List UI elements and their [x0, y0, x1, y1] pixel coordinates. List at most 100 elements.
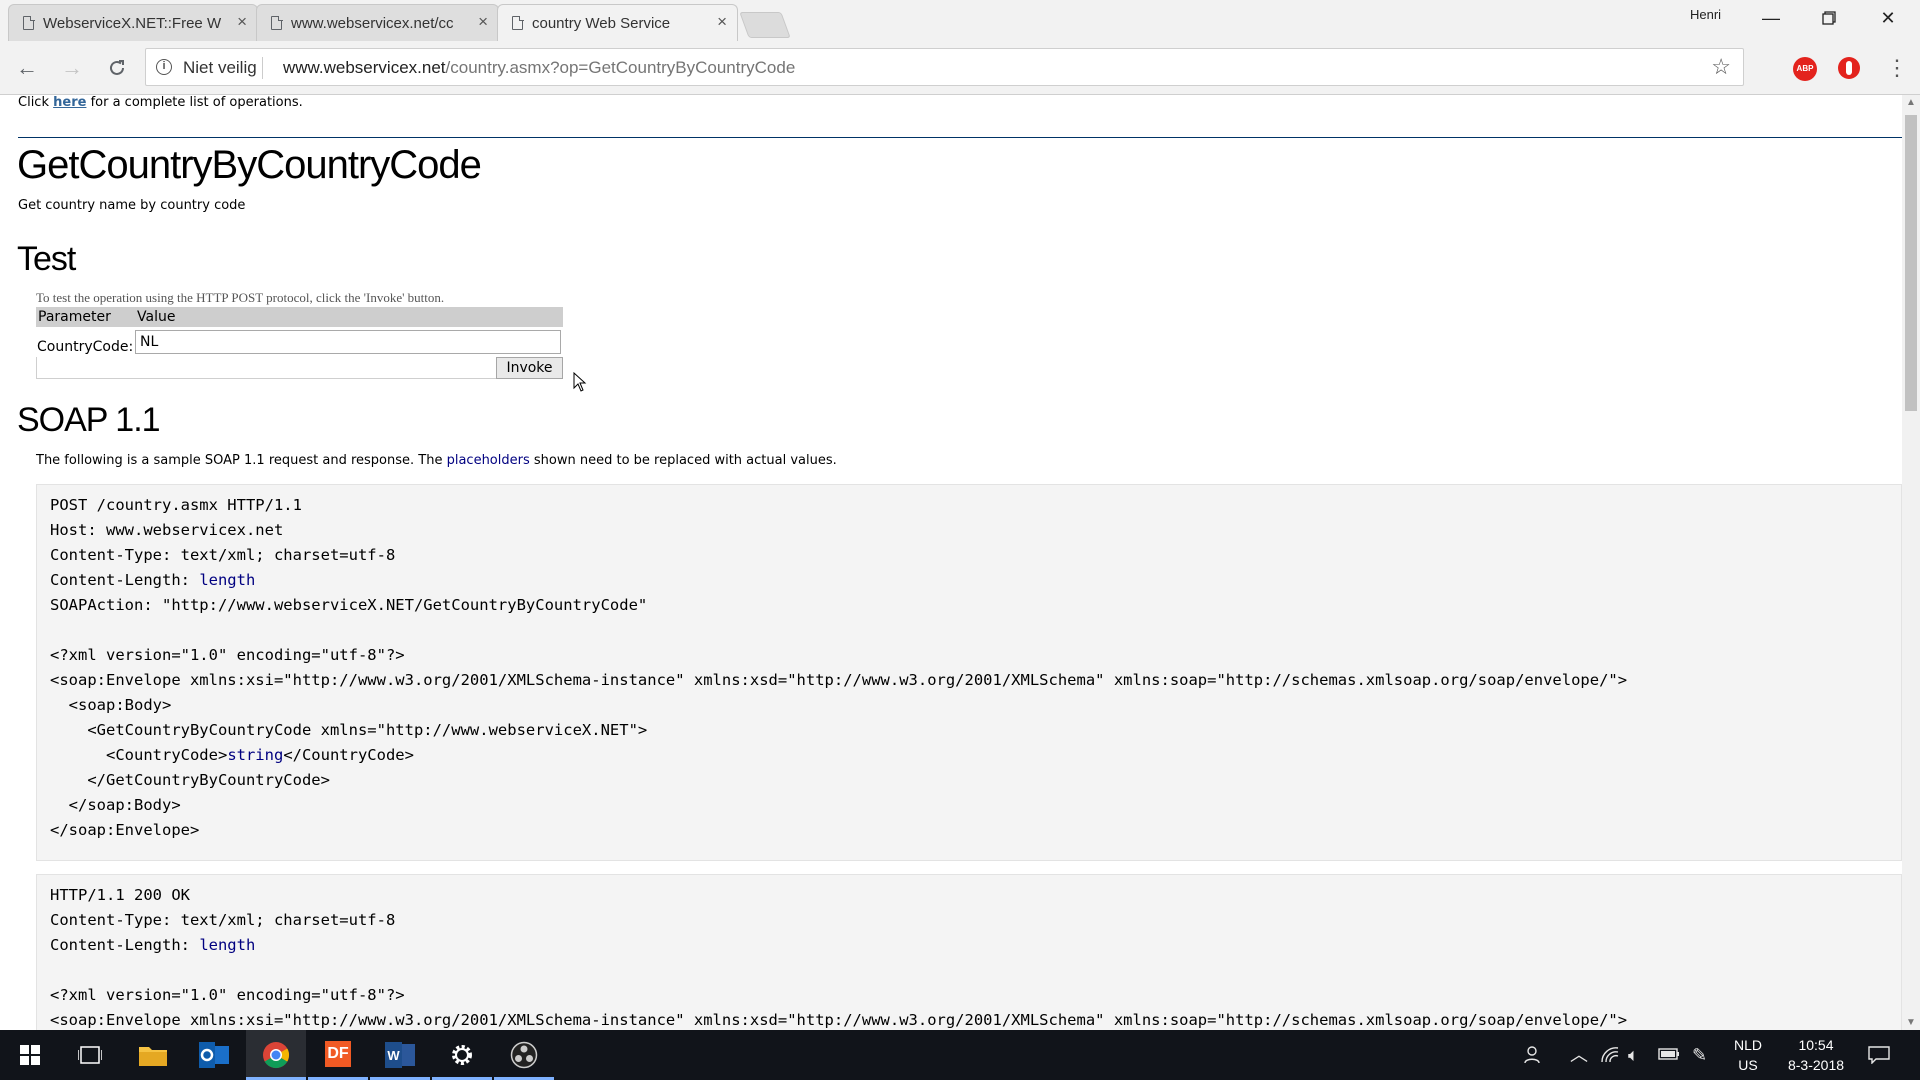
mouse-cursor-icon	[573, 371, 587, 397]
placeholder-text: string	[227, 746, 284, 764]
code-text: </CountryCode>	[283, 746, 414, 764]
browser-toolbar: ← → i Niet veilig www.webservicex.net/co…	[0, 41, 1920, 95]
page-content: Click here for a complete list of operat…	[0, 95, 1902, 1030]
back-arrow-icon[interactable]: ←	[13, 54, 41, 82]
url-host: www.webservicex.net	[283, 58, 446, 77]
operation-description: Get country name by country code	[18, 198, 246, 213]
clock-date: 8-3-2018	[1787, 1057, 1845, 1073]
tab-title: WebserviceX.NET::Free W	[43, 15, 222, 32]
adblock-plus-icon[interactable]: ABP	[1793, 57, 1817, 81]
test-heading: Test	[17, 240, 76, 278]
ops-prefix: Click	[18, 95, 49, 110]
code-line: <soap:Body>	[50, 696, 172, 714]
minimize-icon[interactable]: —	[1749, 4, 1793, 32]
code-line: Content-Length: length	[50, 933, 1888, 958]
foxit-icon[interactable]: DF	[308, 1030, 368, 1080]
ops-suffix: for a complete list of operations.	[90, 95, 303, 110]
code-line: </GetCountryByCountryCode>	[50, 771, 330, 789]
security-label[interactable]: Niet veilig	[183, 58, 257, 78]
language-line2: US	[1738, 1057, 1758, 1073]
chrome-icon[interactable]	[246, 1030, 306, 1080]
action-center-icon[interactable]	[1868, 1046, 1890, 1067]
people-icon[interactable]	[1524, 1046, 1544, 1067]
word-icon[interactable]: W	[370, 1030, 430, 1080]
task-view-icon[interactable]	[60, 1030, 120, 1080]
countrycode-input[interactable]	[135, 330, 561, 354]
close-icon[interactable]: ×	[478, 13, 488, 31]
tab-title: country Web Service	[532, 15, 671, 32]
code-line: <soap:Envelope xmlns:xsi="http://www.w3.…	[50, 671, 1628, 689]
pen-icon[interactable]: ✎	[1692, 1046, 1707, 1064]
tab-title: www.webservicex.net/cc	[291, 15, 454, 32]
soap-description: The following is a sample SOAP 1.1 reque…	[36, 453, 837, 468]
code-line: <soap:Envelope xmlns:xsi="http://www.w3.…	[50, 1011, 1628, 1029]
vertical-scrollbar[interactable]: ▲ ▼	[1902, 95, 1920, 1030]
code-line: Content-Length: length	[50, 568, 1888, 593]
code-line: <CountryCode>string</CountryCode>	[50, 743, 1888, 768]
close-icon[interactable]: ×	[237, 13, 247, 31]
button-row	[36, 357, 563, 379]
divider	[262, 57, 263, 79]
language-indicator[interactable]: NLD US	[1728, 1037, 1768, 1073]
chevron-up-icon[interactable]: ︿	[1570, 1046, 1588, 1064]
code-line: Host: www.webservicex.net	[50, 521, 284, 539]
clock-time: 10:54	[1798, 1037, 1834, 1053]
code-line: </soap:Body>	[50, 796, 181, 814]
restore-icon[interactable]	[1807, 4, 1851, 32]
volume-icon[interactable]: 🔈︎	[1628, 1046, 1639, 1064]
file-explorer-icon[interactable]	[123, 1030, 183, 1080]
code-line: <?xml version="1.0" encoding="utf-8"?>	[50, 986, 405, 1004]
profile-name[interactable]: Henri	[1690, 7, 1721, 22]
operation-title: GetCountryByCountryCode	[17, 143, 482, 187]
soap-heading: SOAP 1.1	[17, 401, 161, 439]
tab-country-web-service[interactable]: country Web Service ×	[497, 4, 738, 42]
windows-taskbar: DF W ︿ 🔈︎ ✎ NLD US 10:54 8-3-2018	[0, 1030, 1920, 1080]
clock[interactable]: 10:54 8-3-2018	[1776, 1037, 1856, 1073]
code-line: <?xml version="1.0" encoding="utf-8"?>	[50, 646, 405, 664]
placeholder-text: length	[199, 571, 256, 589]
countrycode-label: CountryCode:	[37, 339, 134, 355]
code-line: Content-Type: text/xml; charset=utf-8	[50, 546, 396, 564]
test-table-header: Parameter Value	[36, 307, 563, 327]
scroll-down-icon[interactable]: ▼	[1906, 1017, 1916, 1028]
new-tab-button[interactable]	[739, 12, 791, 38]
page-icon	[512, 15, 524, 30]
operations-list-link[interactable]: here	[53, 95, 86, 110]
code-text: Content-Length:	[50, 571, 200, 589]
invoke-button[interactable]: Invoke	[496, 357, 563, 379]
soap-request-sample: POST /country.asmx HTTP/1.1 Host: www.web…	[36, 484, 1902, 861]
wifi-icon[interactable]	[1600, 1046, 1620, 1067]
soap-note-prefix: The following is a sample SOAP 1.1 reque…	[36, 453, 443, 468]
chrome-menu-icon[interactable]: ⋮	[1886, 54, 1908, 82]
page-icon	[23, 15, 35, 30]
windows-start-icon[interactable]	[0, 1030, 60, 1080]
code-line: POST /country.asmx HTTP/1.1	[50, 496, 302, 514]
page-icon	[271, 15, 283, 30]
battery-icon[interactable]	[1658, 1046, 1680, 1064]
outlook-icon[interactable]	[184, 1030, 244, 1080]
scrollbar-thumb[interactable]	[1905, 115, 1917, 411]
forward-arrow-icon[interactable]: →	[58, 54, 86, 82]
code-text: <CountryCode>	[50, 746, 228, 764]
close-icon[interactable]: ×	[717, 13, 727, 31]
tab-webservicex-home[interactable]: WebserviceX.NET::Free W ×	[8, 4, 258, 41]
column-parameter: Parameter	[38, 309, 111, 325]
obs-icon[interactable]	[494, 1030, 554, 1080]
bookmark-star-icon[interactable]: ☆	[1711, 54, 1731, 80]
soap-note-suffix: shown need to be replaced with actual va…	[533, 453, 837, 468]
tab-webservicex-country[interactable]: www.webservicex.net/cc ×	[256, 4, 499, 41]
placeholder-text: length	[199, 936, 256, 954]
settings-icon[interactable]	[432, 1030, 492, 1080]
language-line1: NLD	[1733, 1037, 1762, 1053]
close-window-icon[interactable]: ✕	[1866, 4, 1910, 32]
url-text[interactable]: www.webservicex.net/country.asmx?op=GetC…	[283, 58, 795, 78]
scroll-up-icon[interactable]: ▲	[1906, 97, 1916, 108]
ublock-icon[interactable]	[1838, 57, 1860, 79]
heading-rule	[18, 137, 1902, 138]
code-line: </soap:Envelope>	[50, 821, 200, 839]
info-icon[interactable]: i	[156, 59, 172, 75]
address-bar[interactable]: i Niet veilig www.webservicex.net/countr…	[145, 48, 1744, 86]
reload-icon[interactable]	[103, 54, 131, 82]
